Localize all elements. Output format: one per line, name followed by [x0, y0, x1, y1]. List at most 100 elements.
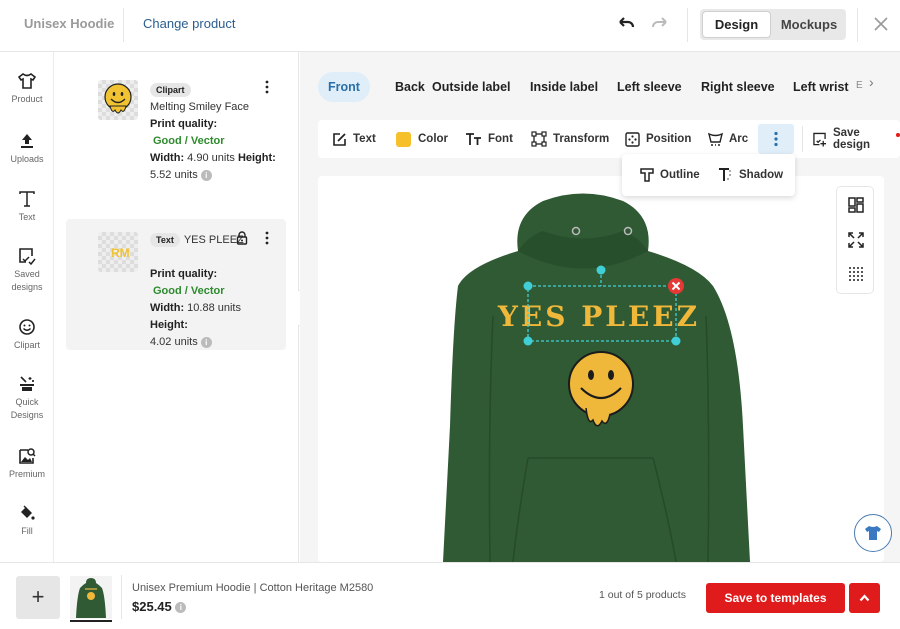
sidebar-item-saved-designs[interactable]: Saved designs — [0, 247, 54, 294]
top-bar: Unisex Hoodie Change product Design Mock… — [0, 0, 900, 52]
magic-wand-icon — [20, 376, 34, 391]
saved-designs-icon — [19, 248, 36, 265]
sidebar-item-label: Quick Designs — [10, 397, 44, 420]
height-label: Height: — [150, 319, 188, 331]
layer-thumbnail: RM — [98, 232, 138, 272]
layer-item-clipart[interactable]: Clipart Melting Smiley Face Print qualit… — [66, 72, 286, 212]
tshirt-icon — [865, 526, 881, 540]
divider — [121, 575, 122, 619]
tool-label: Save design — [832, 127, 870, 151]
shadow-option[interactable]: Shadow — [718, 156, 783, 194]
unsaved-dot — [896, 133, 900, 137]
product-preview-button[interactable] — [854, 514, 892, 552]
font-icon — [466, 133, 481, 145]
tab-design[interactable]: Design — [702, 11, 771, 38]
width-label: Width: — [150, 152, 185, 164]
print-quality-label: Print quality: — [150, 268, 218, 280]
sidebar-item-label: Fill — [21, 526, 33, 536]
layer-name: YES PLEEZ — [183, 234, 244, 246]
height-value: 4.02 units — [150, 336, 198, 348]
resize-handle[interactable] — [523, 336, 533, 346]
product-thumbnail[interactable] — [70, 576, 112, 619]
tool-label: Position — [646, 133, 692, 145]
sidebar-item-uploads[interactable]: Uploads — [0, 132, 54, 166]
text-tool-button[interactable]: Text — [332, 120, 376, 158]
layer-item-text[interactable]: RM Text YES PLEEZ Print quality: Good / V… — [66, 219, 286, 350]
design-toolbar: Text Color Font Transform Position Arc S — [318, 120, 900, 158]
sidebar-item-fill[interactable]: Fill — [0, 504, 54, 538]
grid-dots-icon[interactable] — [848, 266, 864, 282]
more-options-icon[interactable] — [262, 80, 272, 94]
tab-left-sleeve[interactable]: Left sleeve — [607, 72, 692, 102]
expand-icon[interactable] — [848, 232, 864, 248]
more-options-icon[interactable] — [262, 231, 272, 245]
arc-tool-button[interactable]: Arc — [708, 120, 748, 158]
info-icon[interactable]: i — [200, 169, 212, 181]
save-design-button[interactable]: Save design — [813, 120, 900, 158]
divider — [123, 8, 124, 42]
left-sidebar: Product Uploads Text Saved designs Clipa… — [0, 52, 54, 562]
info-icon[interactable]: i — [175, 602, 187, 614]
color-tool-button[interactable]: Color — [396, 120, 448, 158]
product-title: Unisex Premium Hoodie | Cotton Heritage … — [132, 582, 374, 594]
layer-thumbnail — [98, 80, 138, 120]
product-name: Unisex Hoodie — [24, 16, 115, 31]
close-icon[interactable] — [871, 14, 891, 34]
tab-inside-label[interactable]: Inside label — [520, 72, 608, 102]
hoodie-mockup: YES PLEEZ — [443, 193, 750, 562]
chevron-right-icon[interactable]: › — [869, 74, 874, 90]
height-value: 5.52 units — [150, 169, 198, 181]
undo-icon[interactable] — [615, 13, 637, 35]
delete-element-icon[interactable] — [668, 278, 684, 294]
save-design-icon — [813, 132, 827, 146]
divider — [857, 8, 858, 42]
product-count: 1 out of 5 products — [599, 589, 686, 601]
outline-icon — [640, 168, 654, 182]
sidebar-item-label: Uploads — [10, 154, 44, 164]
tab-mockups[interactable]: Mockups — [774, 11, 844, 38]
sidebar-item-clipart[interactable]: Clipart — [0, 318, 54, 352]
text-preview-icon: RM — [111, 246, 130, 260]
font-tool-button[interactable]: Font — [465, 120, 513, 158]
divider — [687, 8, 688, 42]
lock-icon[interactable] — [236, 231, 248, 245]
print-quality-label: Print quality: — [150, 118, 218, 130]
add-product-button[interactable]: + — [16, 576, 60, 619]
width-value: 10.88 units — [187, 302, 241, 314]
resize-handle[interactable] — [523, 281, 533, 291]
position-icon — [625, 131, 640, 147]
sidebar-item-quick-designs[interactable]: Quick Designs — [0, 375, 54, 422]
print-quality-value: Good / Vector — [153, 285, 225, 297]
mode-switch: Design Mockups — [700, 9, 846, 40]
sidebar-item-product[interactable]: Product — [0, 72, 54, 106]
redo-icon[interactable] — [649, 13, 671, 35]
sidebar-item-label: Text — [18, 212, 36, 222]
tool-label: Color — [418, 133, 449, 145]
transform-icon — [531, 131, 547, 147]
save-to-templates-button[interactable]: Save to templates — [706, 583, 845, 613]
layer-name: Melting Smiley Face — [150, 101, 250, 113]
canvas-side-tools — [836, 186, 874, 294]
more-tools-button[interactable] — [758, 124, 794, 154]
outline-option[interactable]: Outline — [640, 156, 700, 194]
layout-grid-icon[interactable] — [848, 197, 864, 213]
info-icon[interactable]: i — [200, 336, 212, 348]
change-product-link[interactable]: Change product — [143, 16, 236, 31]
tab-right-sleeve[interactable]: Right sleeve — [691, 72, 785, 102]
tab-front[interactable]: Front — [318, 72, 370, 102]
main-editor: Front Back Outside label Inside label Le… — [300, 52, 900, 562]
tab-outside-label[interactable]: Outside label — [422, 72, 521, 102]
width-label: Width: — [150, 302, 185, 314]
sidebar-item-text[interactable]: Text — [0, 190, 54, 224]
tool-label: Text — [353, 133, 376, 145]
resize-handle[interactable] — [671, 336, 681, 346]
transform-tool-button[interactable]: Transform — [531, 120, 609, 158]
expand-options-button[interactable] — [849, 583, 880, 613]
tab-left-wrist[interactable]: Left wrist — [783, 72, 859, 102]
position-tool-button[interactable]: Position — [625, 120, 691, 158]
rotate-handle[interactable] — [596, 265, 606, 275]
tshirt-icon — [17, 73, 37, 89]
design-canvas[interactable]: YES PLEEZ — [318, 176, 884, 562]
sidebar-item-premium[interactable]: Premium — [0, 447, 54, 481]
svg-text:RM: RM — [111, 246, 130, 260]
